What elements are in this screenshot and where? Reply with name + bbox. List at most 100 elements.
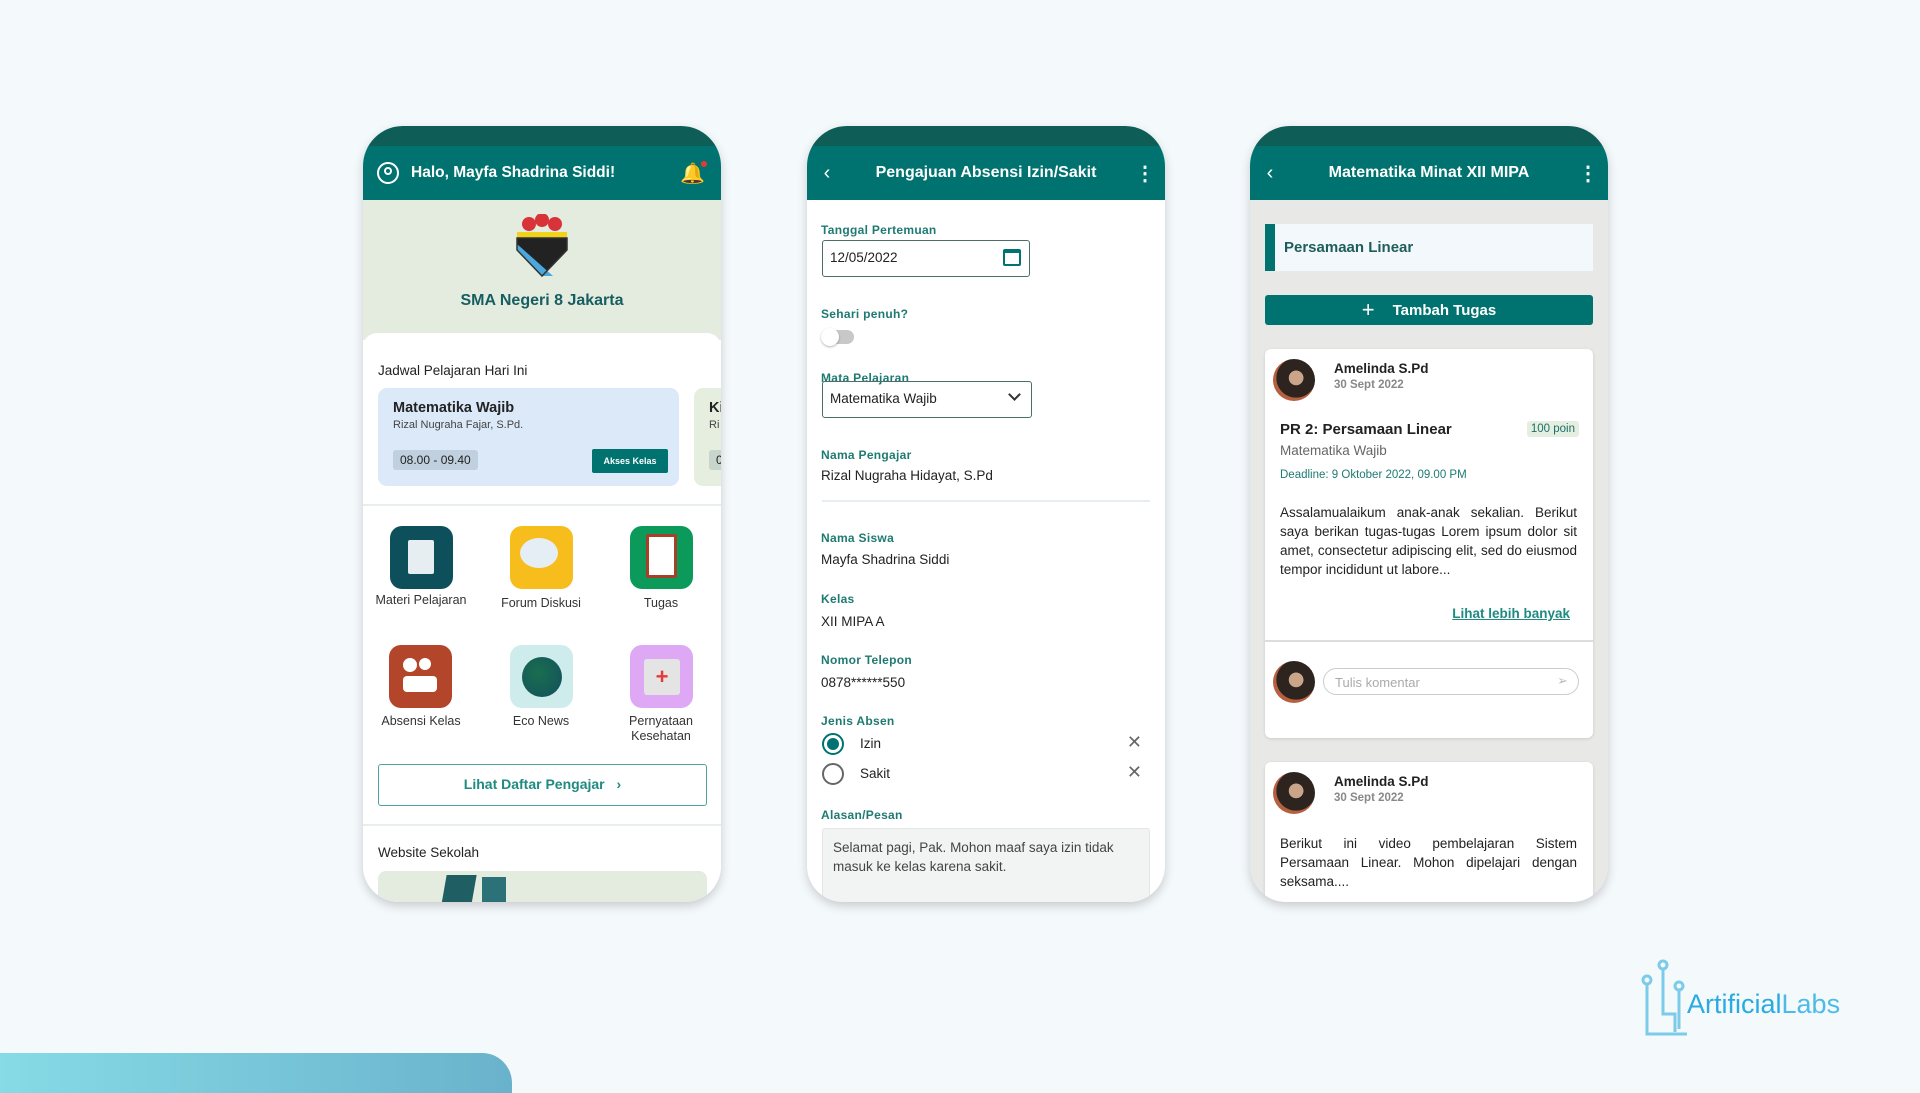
close-icon[interactable]: ✕ xyxy=(1127,732,1142,753)
globe-icon xyxy=(510,645,573,708)
see-more-link[interactable]: Lihat lebih banyak xyxy=(1452,606,1570,621)
button-label: Tambah Tugas xyxy=(1392,302,1497,319)
task-title[interactable]: PR 2: Persamaan Linear xyxy=(1280,421,1452,438)
bell-icon[interactable]: 🔔 xyxy=(680,160,707,186)
avatar xyxy=(1273,772,1315,814)
back-chevron-icon[interactable]: ‹ xyxy=(807,162,847,185)
schedule-card-2[interactable]: Ki Ri 0 xyxy=(694,388,721,486)
task-subject: Matematika Wajib xyxy=(1280,443,1387,458)
home-header: Halo, Mayfa Shadrina Siddi! 🔔 xyxy=(363,146,721,200)
decorative-bar xyxy=(0,1053,512,1093)
divider xyxy=(363,824,721,826)
task-post-card: Amelinda S.Pd 30 Sept 2022 PR 2: Persama… xyxy=(1265,349,1593,738)
schedule-title: Jadwal Pelajaran Hari Ini xyxy=(378,363,528,378)
fullday-label: Sehari penuh? xyxy=(821,307,909,321)
schedule-time: 0 xyxy=(709,450,721,470)
greeting: Halo, Mayfa Shadrina Siddi! xyxy=(411,164,616,181)
page-title: Pengajuan Absensi Izin/Sakit xyxy=(875,164,1097,181)
reason-value: Selamat pagi, Pak. Mohon maaf saya izin … xyxy=(833,840,1114,874)
send-icon[interactable]: ➢ xyxy=(1557,673,1568,689)
task-deadline: Deadline: 9 Oktober 2022, 09.00 PM xyxy=(1280,469,1467,481)
points-badge: 100 poin xyxy=(1526,421,1579,437)
page-title: Matematika Minat XII MIPA xyxy=(1328,164,1530,181)
classroom-screen: ‹ Matematika Minat XII MIPA ⋮ Persamaan … xyxy=(1250,126,1608,902)
teacher-label: Nama Pengajar xyxy=(821,448,912,462)
artificiallabs-logo: ArtificialLabs xyxy=(1641,959,1851,1037)
chat-bubbles-icon xyxy=(510,526,573,589)
post-date: 30 Sept 2022 xyxy=(1334,792,1404,804)
absence-form-screen: ‹ Pengajuan Absensi Izin/Sakit ⋮ Tanggal… xyxy=(807,126,1165,902)
divider xyxy=(363,504,721,506)
radio-label: Izin xyxy=(860,736,882,751)
chevron-down-icon xyxy=(1008,388,1021,401)
section-title: Persamaan Linear xyxy=(1265,224,1593,271)
calendar-icon[interactable] xyxy=(1003,249,1021,266)
fullday-toggle[interactable] xyxy=(821,328,854,346)
student-label: Nama Siswa xyxy=(821,531,895,545)
access-class-button[interactable]: Akses Kelas xyxy=(592,449,668,473)
comment-input[interactable]: Tulis komentar ➢ xyxy=(1323,668,1579,695)
attendance-icon xyxy=(389,645,452,708)
back-chevron-icon[interactable]: ‹ xyxy=(1250,162,1290,185)
radio-selected[interactable] xyxy=(822,733,844,755)
button-label: Lihat Daftar Pengajar xyxy=(463,776,605,792)
post-card: Amelinda S.Pd 30 Sept 2022 Berikut ini v… xyxy=(1265,762,1593,902)
radio-izin[interactable]: Izin ✕ xyxy=(822,732,1142,756)
teacher-list-button[interactable]: Lihat Daftar Pengajar › xyxy=(378,764,707,806)
clipboard-icon xyxy=(630,526,693,589)
add-task-button[interactable]: + Tambah Tugas xyxy=(1265,295,1593,325)
subject-value: Matematika Wajib xyxy=(830,391,937,406)
type-label: Jenis Absen xyxy=(821,714,895,728)
phone-value: 0878******550 xyxy=(821,675,906,690)
class-value: XII MIPA A xyxy=(821,614,885,629)
section-label: Persamaan Linear xyxy=(1284,239,1414,256)
teacher-value: Rizal Nugraha Hidayat, S.Pd xyxy=(821,468,993,483)
avatar xyxy=(1273,661,1315,703)
menu-label: Pernyataan Kesehatan xyxy=(629,714,693,743)
user-circle-icon[interactable] xyxy=(377,162,399,184)
subject-select[interactable]: Matematika Wajib xyxy=(822,381,1032,418)
student-value: Mayfa Shadrina Siddi xyxy=(821,552,950,567)
hero-banner: SMA Negeri 8 Jakarta xyxy=(363,200,721,340)
date-input[interactable]: 12/05/2022 xyxy=(822,240,1030,277)
radio-label: Sakit xyxy=(860,766,891,781)
schedule-subject: Matematika Wajib xyxy=(393,400,515,416)
close-icon[interactable]: ✕ xyxy=(1127,762,1142,783)
classroom-header: ‹ Matematika Minat XII MIPA ⋮ xyxy=(1250,146,1608,200)
schedule-card[interactable]: Matematika Wajib Rizal Nugraha Fajar, S.… xyxy=(378,388,679,486)
chevron-right-icon: › xyxy=(616,776,622,792)
status-bar xyxy=(1250,126,1608,146)
absence-header: ‹ Pengajuan Absensi Izin/Sakit ⋮ xyxy=(807,146,1165,200)
reason-textarea[interactable]: Selamat pagi, Pak. Mohon maaf saya izin … xyxy=(822,828,1150,902)
books-icon xyxy=(390,526,453,589)
phone-label: Nomor Telepon xyxy=(821,653,913,667)
menu-label: Absensi Kelas xyxy=(381,714,461,728)
post-author: Amelinda S.Pd xyxy=(1334,361,1429,376)
schedule-subject: Ki xyxy=(709,400,721,416)
website-banner[interactable] xyxy=(378,871,707,902)
brand-name-suffix: Labs xyxy=(1781,989,1841,1019)
avatar xyxy=(1273,359,1315,401)
menu-label: Eco News xyxy=(512,714,570,728)
more-vertical-icon[interactable]: ⋮ xyxy=(1568,161,1608,186)
post-author: Amelinda S.Pd xyxy=(1334,774,1429,789)
menu-label: Materi Pelajaran xyxy=(375,593,467,607)
comment-placeholder: Tulis komentar xyxy=(1335,675,1420,690)
status-bar xyxy=(807,126,1165,146)
divider xyxy=(822,500,1150,502)
post-body: Assalamualaikum anak-anak sekalian. Beri… xyxy=(1280,505,1577,577)
class-label: Kelas xyxy=(821,592,855,606)
reason-label: Alasan/Pesan xyxy=(821,808,903,822)
menu-label: Tugas xyxy=(643,596,679,610)
radio-unselected[interactable] xyxy=(822,763,844,785)
brand-name: Artificial xyxy=(1687,989,1782,1019)
school-name: SMA Negeri 8 Jakarta xyxy=(460,292,624,309)
date-value: 12/05/2022 xyxy=(830,250,898,265)
more-vertical-icon[interactable]: ⋮ xyxy=(1125,161,1165,186)
schedule-teacher: Ri xyxy=(709,419,720,431)
post-date: 30 Sept 2022 xyxy=(1334,379,1404,391)
radio-sakit[interactable]: Sakit ✕ xyxy=(822,762,1142,786)
schedule-time: 08.00 - 09.40 xyxy=(393,450,478,470)
website-title: Website Sekolah xyxy=(378,845,480,860)
schedule-teacher: Rizal Nugraha Fajar, S.Pd. xyxy=(393,419,524,431)
